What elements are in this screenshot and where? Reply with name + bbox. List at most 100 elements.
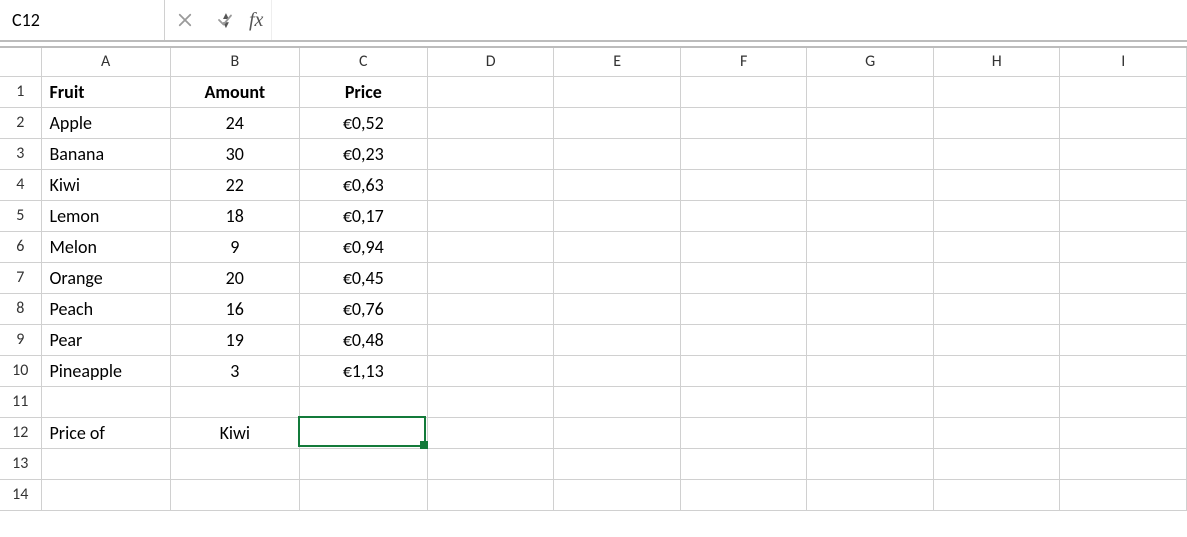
cell-A9[interactable]: Pear [41, 324, 170, 355]
cell-I12[interactable] [1060, 417, 1187, 448]
cell-D7[interactable] [427, 262, 554, 293]
row-header-1[interactable]: 1 [0, 76, 41, 107]
cell-E6[interactable] [554, 231, 681, 262]
cell-E3[interactable] [554, 138, 681, 169]
cell-F14[interactable] [680, 479, 807, 510]
cell-C2[interactable]: €0,52 [299, 107, 427, 138]
cell-A5[interactable]: Lemon [41, 200, 170, 231]
cell-D14[interactable] [427, 479, 554, 510]
cell-G10[interactable] [807, 355, 934, 386]
cell-A1[interactable]: Fruit [41, 76, 170, 107]
cell-E13[interactable] [554, 448, 681, 479]
cell-E4[interactable] [554, 169, 681, 200]
column-header-B[interactable]: B [170, 48, 299, 76]
cell-A14[interactable] [41, 479, 170, 510]
cell-G3[interactable] [807, 138, 934, 169]
row-header-3[interactable]: 3 [0, 138, 41, 169]
cell-G13[interactable] [807, 448, 934, 479]
row-header-8[interactable]: 8 [0, 293, 41, 324]
cells-table[interactable]: ABCDEFGHI1FruitAmountPrice2Apple24€0,523… [0, 48, 1187, 511]
cell-D9[interactable] [427, 324, 554, 355]
cell-D6[interactable] [427, 231, 554, 262]
cell-F9[interactable] [680, 324, 807, 355]
fx-label[interactable]: fx [245, 9, 271, 32]
cell-B4[interactable]: 22 [170, 169, 299, 200]
cell-D5[interactable] [427, 200, 554, 231]
cell-B8[interactable]: 16 [170, 293, 299, 324]
cell-D3[interactable] [427, 138, 554, 169]
cell-I7[interactable] [1060, 262, 1187, 293]
cell-H14[interactable] [933, 479, 1060, 510]
column-header-A[interactable]: A [41, 48, 170, 76]
row-header-12[interactable]: 12 [0, 417, 41, 448]
cell-A7[interactable]: Orange [41, 262, 170, 293]
column-header-G[interactable]: G [807, 48, 934, 76]
cell-D11[interactable] [427, 386, 554, 417]
cell-A13[interactable] [41, 448, 170, 479]
cell-C9[interactable]: €0,48 [299, 324, 427, 355]
cell-H10[interactable] [933, 355, 1060, 386]
cell-H6[interactable] [933, 231, 1060, 262]
cell-H5[interactable] [933, 200, 1060, 231]
cell-F4[interactable] [680, 169, 807, 200]
cell-I6[interactable] [1060, 231, 1187, 262]
cell-F12[interactable] [680, 417, 807, 448]
cell-F10[interactable] [680, 355, 807, 386]
row-header-7[interactable]: 7 [0, 262, 41, 293]
cell-F8[interactable] [680, 293, 807, 324]
select-all-corner[interactable] [0, 48, 41, 76]
cell-B1[interactable]: Amount [170, 76, 299, 107]
cell-G1[interactable] [807, 76, 934, 107]
cell-G2[interactable] [807, 107, 934, 138]
cell-H13[interactable] [933, 448, 1060, 479]
cell-I3[interactable] [1060, 138, 1187, 169]
cell-B2[interactable]: 24 [170, 107, 299, 138]
cell-D10[interactable] [427, 355, 554, 386]
cell-I2[interactable] [1060, 107, 1187, 138]
cell-E11[interactable] [554, 386, 681, 417]
cell-B6[interactable]: 9 [170, 231, 299, 262]
cell-I1[interactable] [1060, 76, 1187, 107]
cell-F13[interactable] [680, 448, 807, 479]
row-header-4[interactable]: 4 [0, 169, 41, 200]
column-header-I[interactable]: I [1060, 48, 1187, 76]
cell-A4[interactable]: Kiwi [41, 169, 170, 200]
cell-D13[interactable] [427, 448, 554, 479]
cell-I11[interactable] [1060, 386, 1187, 417]
cancel-formula-button[interactable] [165, 0, 205, 40]
cell-I4[interactable] [1060, 169, 1187, 200]
cell-E1[interactable] [554, 76, 681, 107]
cell-H9[interactable] [933, 324, 1060, 355]
cell-C8[interactable]: €0,76 [299, 293, 427, 324]
cell-H7[interactable] [933, 262, 1060, 293]
row-header-13[interactable]: 13 [0, 448, 41, 479]
cell-I13[interactable] [1060, 448, 1187, 479]
cell-F3[interactable] [680, 138, 807, 169]
row-header-9[interactable]: 9 [0, 324, 41, 355]
cell-A12[interactable]: Price of [41, 417, 170, 448]
accept-formula-button[interactable] [205, 0, 245, 40]
cell-B10[interactable]: 3 [170, 355, 299, 386]
cell-D1[interactable] [427, 76, 554, 107]
row-header-14[interactable]: 14 [0, 479, 41, 510]
cell-G11[interactable] [807, 386, 934, 417]
cell-B5[interactable]: 18 [170, 200, 299, 231]
cell-E10[interactable] [554, 355, 681, 386]
cell-H8[interactable] [933, 293, 1060, 324]
cell-A6[interactable]: Melon [41, 231, 170, 262]
cell-H4[interactable] [933, 169, 1060, 200]
cell-F6[interactable] [680, 231, 807, 262]
cell-E2[interactable] [554, 107, 681, 138]
cell-I5[interactable] [1060, 200, 1187, 231]
cell-D12[interactable] [427, 417, 554, 448]
row-header-6[interactable]: 6 [0, 231, 41, 262]
cell-H12[interactable] [933, 417, 1060, 448]
row-header-5[interactable]: 5 [0, 200, 41, 231]
cell-C13[interactable] [299, 448, 427, 479]
cell-C7[interactable]: €0,45 [299, 262, 427, 293]
cell-A10[interactable]: Pineapple [41, 355, 170, 386]
cell-F5[interactable] [680, 200, 807, 231]
cell-D8[interactable] [427, 293, 554, 324]
cell-B3[interactable]: 30 [170, 138, 299, 169]
formula-input[interactable] [271, 0, 1187, 40]
